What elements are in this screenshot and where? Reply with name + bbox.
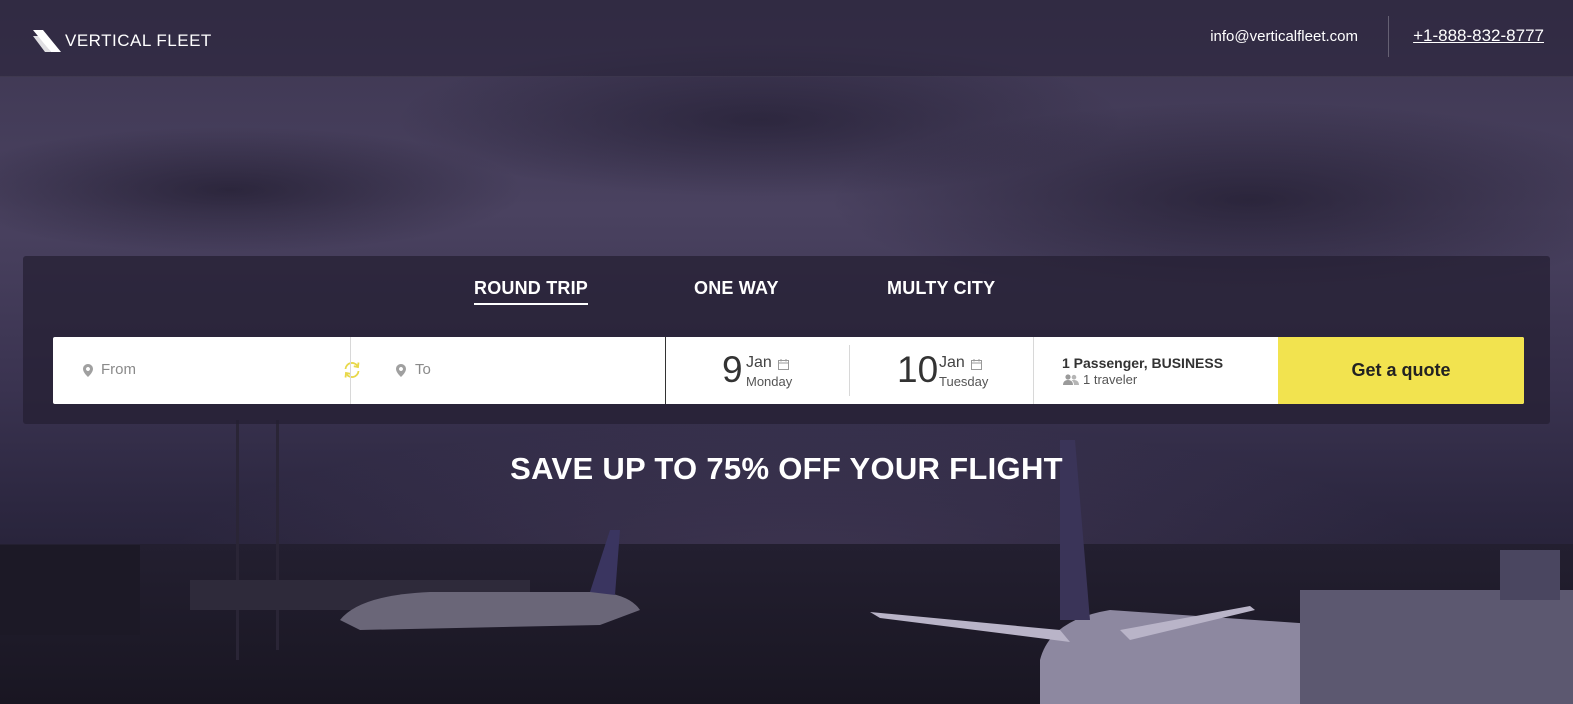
promo-headline: SAVE UP TO 75% OFF YOUR FLIGHT <box>510 451 1063 486</box>
return-date-picker[interactable]: 10 Jan Tuesday <box>850 337 1033 404</box>
people-icon <box>1063 374 1079 385</box>
calendar-icon <box>971 359 982 370</box>
logo[interactable]: VERTICAL FLEET <box>33 30 212 52</box>
to-placeholder: To <box>415 361 431 378</box>
flight-search-panel: ROUND TRIP ONE WAY MULTY CITY From To 9 … <box>23 256 1550 424</box>
contact-email-link[interactable]: info@verticalfleet.com <box>1210 28 1358 45</box>
calendar-icon <box>778 359 789 370</box>
return-day: 10 <box>897 349 939 390</box>
passengers-title: 1 Passenger, BUSINESS <box>1062 355 1224 371</box>
passengers-selector[interactable]: 1 Passenger, BUSINESS 1 traveler <box>1034 337 1278 404</box>
passengers-subtitle: 1 traveler <box>1083 372 1138 387</box>
contact-phone-link[interactable]: +1-888-832-8777 <box>1413 26 1544 46</box>
to-field[interactable]: To <box>351 337 665 404</box>
header-divider <box>1388 16 1389 57</box>
depart-weekday: Monday <box>746 374 793 389</box>
from-placeholder: From <box>101 361 136 378</box>
logo-text: VERTICAL FLEET <box>65 31 212 50</box>
tab-one-way[interactable]: ONE WAY <box>694 278 779 299</box>
vertical-fleet-logo-icon <box>33 30 61 52</box>
return-month: Jan <box>939 354 965 371</box>
depart-day: 9 <box>722 349 743 390</box>
map-pin-icon <box>83 364 93 377</box>
tab-multy-city[interactable]: MULTY CITY <box>887 278 995 299</box>
from-field[interactable]: From <box>53 337 360 404</box>
depart-month: Jan <box>746 354 772 371</box>
get-quote-button[interactable]: Get a quote <box>1278 337 1524 404</box>
depart-date-picker[interactable]: 9 Jan Monday <box>666 337 849 404</box>
flight-search-form: From To 9 Jan Monday 10 Jan Tuesday 1 Pa… <box>53 337 1524 404</box>
return-weekday: Tuesday <box>939 374 989 389</box>
site-header: VERTICAL FLEET info@verticalfleet.com +1… <box>0 0 1573 77</box>
tab-round-trip[interactable]: ROUND TRIP <box>474 278 588 305</box>
map-pin-icon <box>396 364 406 377</box>
